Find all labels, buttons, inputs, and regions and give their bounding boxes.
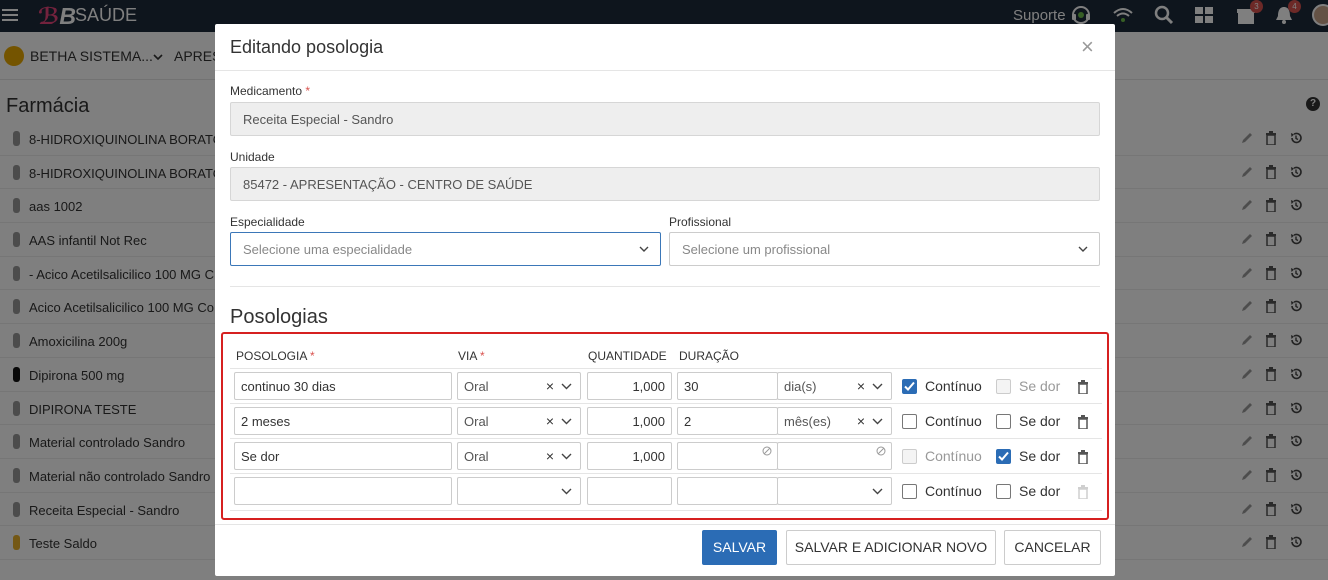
se-dor-label: Se dor [1019, 378, 1061, 394]
unidade-field[interactable]: 85472 - APRESENTAÇÃO - CENTRO DE SAÚDE [230, 167, 1100, 201]
se-dor-checkbox[interactable] [996, 379, 1011, 394]
row-divider [230, 510, 1102, 511]
se-dor-label: Se dor [1019, 483, 1061, 499]
dialog-title: Editando posologia [230, 37, 384, 57]
duracao-input[interactable] [677, 477, 778, 505]
profissional-label: Profissional [669, 215, 732, 229]
quantidade-input[interactable] [587, 477, 672, 505]
continuo-checkbox[interactable] [902, 414, 917, 429]
column-header-duracao: DURAÇÃO [679, 349, 740, 363]
duracao-unidade-select[interactable] [777, 477, 892, 505]
posologia-input[interactable]: continuo 30 dias [234, 372, 452, 400]
chevron-down-icon [561, 418, 572, 425]
duracao-unidade-select[interactable]: dia(s) × [777, 372, 892, 400]
chevron-down-icon [639, 246, 649, 252]
clear-icon[interactable]: × [857, 378, 865, 394]
trash-icon[interactable] [1077, 380, 1089, 394]
chevron-down-icon [561, 383, 572, 390]
duracao-value: 30 [684, 379, 699, 394]
continuo-label: Contínuo [925, 448, 982, 464]
close-icon[interactable]: × [1081, 36, 1094, 58]
row-divider [230, 438, 1102, 439]
section-divider [230, 286, 1100, 287]
chevron-down-icon [872, 383, 883, 390]
profissional-placeholder: Selecione um profissional [682, 242, 831, 257]
edit-posology-dialog: Editando posologia × Medicamento * Recei… [215, 24, 1115, 576]
continuo-label: Contínuo [925, 413, 982, 429]
unidade-value: mês(es) [784, 414, 831, 429]
column-header-quantidade: QUANTIDADE [588, 349, 667, 363]
chevron-down-icon [561, 488, 572, 495]
medicamento-label: Medicamento * [230, 84, 311, 98]
continuo-label: Contínuo [925, 378, 982, 394]
duracao-value: 2 [684, 414, 692, 429]
save-and-add-new-button[interactable]: SALVAR E ADICIONAR NOVO [786, 530, 996, 565]
posologias-table: POSOLOGIA * VIA * QUANTIDADE DURAÇÃO con… [221, 332, 1109, 520]
quantidade-input[interactable]: 1,000 [587, 372, 672, 400]
via-value: Oral [464, 414, 489, 429]
continuo-label: Contínuo [925, 483, 982, 499]
medicamento-field[interactable]: Receita Especial - Sandro [230, 102, 1100, 136]
trash-icon[interactable] [1077, 415, 1089, 429]
chevron-down-icon [872, 418, 883, 425]
column-header-posologia: POSOLOGIA * [236, 349, 315, 363]
header-divider [215, 70, 1115, 71]
quantidade-input[interactable]: 1,000 [587, 407, 672, 435]
quantidade-input[interactable]: 1,000 [587, 442, 672, 470]
se-dor-label: Se dor [1019, 413, 1061, 429]
row-divider [230, 403, 1102, 404]
trash-icon[interactable] [1077, 485, 1089, 499]
chevron-down-icon [1078, 246, 1088, 252]
especialidade-select[interactable]: Selecione uma especialidade [230, 232, 661, 266]
via-value: Oral [464, 379, 489, 394]
save-button[interactable]: SALVAR [702, 530, 777, 565]
via-select[interactable] [457, 477, 581, 505]
clear-icon[interactable]: × [546, 378, 554, 394]
trash-icon[interactable] [1077, 450, 1089, 464]
clear-icon[interactable]: × [546, 413, 554, 429]
continuo-checkbox[interactable] [902, 484, 917, 499]
via-select[interactable]: Oral × [457, 442, 581, 470]
duracao-unidade-select[interactable] [777, 442, 892, 470]
duracao-unidade-select[interactable]: mês(es) × [777, 407, 892, 435]
clear-icon[interactable]: × [546, 448, 554, 464]
cancel-button[interactable]: CANCELAR [1004, 530, 1101, 565]
unidade-label: Unidade [230, 150, 275, 164]
posologia-input[interactable]: Se dor [234, 442, 452, 470]
profissional-select[interactable]: Selecione um profissional [669, 232, 1100, 266]
duracao-input[interactable]: 2 [677, 407, 778, 435]
footer-divider [215, 524, 1115, 525]
row-divider [230, 368, 1102, 369]
chevron-down-icon [561, 453, 572, 460]
duracao-input[interactable]: 30 [677, 372, 778, 400]
disabled-icon [762, 446, 772, 456]
se-dor-label: Se dor [1019, 448, 1061, 464]
posologias-heading: Posologias [230, 306, 328, 328]
se-dor-checkbox[interactable] [996, 484, 1011, 499]
continuo-checkbox[interactable] [902, 379, 917, 394]
unidade-value: dia(s) [784, 379, 817, 394]
especialidade-label: Especialidade [230, 215, 305, 229]
clear-icon[interactable]: × [857, 413, 865, 429]
se-dor-checkbox[interactable] [996, 449, 1011, 464]
disabled-icon [876, 446, 886, 456]
especialidade-placeholder: Selecione uma especialidade [243, 242, 413, 257]
se-dor-checkbox[interactable] [996, 414, 1011, 429]
via-select[interactable]: Oral × [457, 407, 581, 435]
chevron-down-icon [872, 488, 883, 495]
posologia-input[interactable] [234, 477, 452, 505]
via-select[interactable]: Oral × [457, 372, 581, 400]
continuo-checkbox[interactable] [902, 449, 917, 464]
duracao-input[interactable] [677, 442, 778, 470]
column-header-via: VIA * [458, 349, 485, 363]
posologia-input[interactable]: 2 meses [234, 407, 452, 435]
row-divider [230, 473, 1102, 474]
via-value: Oral [464, 449, 489, 464]
